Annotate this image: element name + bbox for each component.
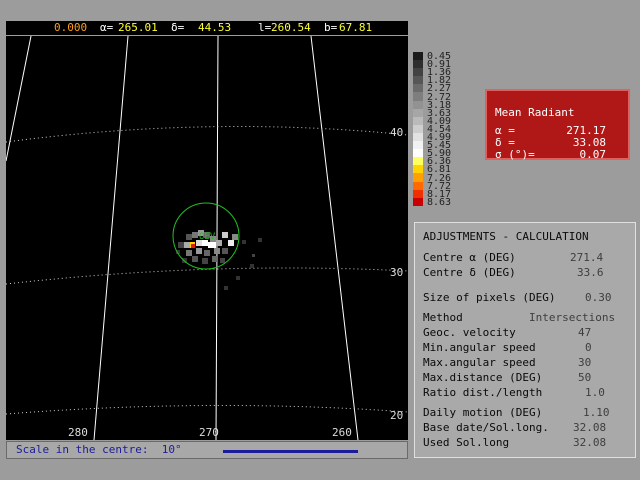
color-scale-swatch <box>413 132 423 142</box>
ra-meridian <box>215 36 219 440</box>
b-label: b= <box>324 21 338 34</box>
color-scale-swatch <box>413 181 423 190</box>
dec-parallel <box>6 404 408 415</box>
delta-label: δ= <box>171 21 185 34</box>
color-scale-swatch <box>413 165 423 174</box>
color-scale-swatch <box>413 52 423 61</box>
mean-radiant-panel: Mean Radiant α = 271.17 δ = 33.08 σ (°)=… <box>485 89 630 161</box>
color-scale-swatch <box>413 108 423 117</box>
centre-delta-value[interactable]: 33.6 <box>577 266 604 279</box>
ra-tick-label: 270 <box>199 426 219 439</box>
alpha-label: α= <box>100 21 114 34</box>
alpha-readout: 265.01 <box>118 21 158 34</box>
scale-line <box>223 450 358 453</box>
color-scale-legend: 0.45 0.91 1.36 1.82 2.27 2.72 3.18 3.63 4.09 4.54… <box>413 52 463 208</box>
color-scale-swatch <box>413 157 423 166</box>
daily-motion-label: Daily motion (DEG) <box>423 406 543 419</box>
delta-readout: 44.53 <box>198 21 232 34</box>
base-date-value[interactable]: 32.08 <box>573 421 606 434</box>
dec-parallel <box>6 267 408 285</box>
dec-tick-label: 40 <box>390 126 403 139</box>
color-scale-swatch <box>413 124 423 133</box>
mean-radiant-sigma-value: 0.07 <box>579 148 607 161</box>
color-scale-value: 8.63 <box>427 196 452 208</box>
color-scale-swatch <box>413 100 423 109</box>
max-distance-value[interactable]: 50 <box>578 371 591 384</box>
l-label: l= <box>258 21 272 34</box>
color-scale-swatch <box>413 60 423 69</box>
color-scale-swatch <box>413 189 423 198</box>
method-label: Method <box>423 311 463 324</box>
color-scale-swatch <box>413 149 423 158</box>
geoc-velocity-value[interactable]: 47 <box>578 326 591 339</box>
adjustments-title: ADJUSTMENTS - CALCULATION <box>423 230 589 243</box>
pixel-size-label: Size of pixels (DEG) <box>423 291 556 304</box>
magnitude-readout: 0.000 <box>54 21 88 34</box>
max-distance-label: Max.distance (DEG) <box>423 371 543 384</box>
coordinate-readout-bar: 0.000 α= 265.01 δ= 44.53 l= 260.54 b= 67… <box>6 21 408 35</box>
base-date-label: Base date/Sol.long. <box>423 421 549 434</box>
color-scale-swatch <box>413 76 423 85</box>
color-scale-swatch <box>413 197 423 206</box>
ra-meridian <box>310 36 359 440</box>
min-angular-speed-value[interactable]: 0 <box>585 341 592 354</box>
used-sol-long-label: Used Sol.long <box>423 436 510 449</box>
l-readout: 260.54 <box>271 21 311 34</box>
ra-meridian <box>6 36 32 162</box>
color-scale-swatch <box>413 92 423 101</box>
ra-tick-label: 260 <box>332 426 352 439</box>
b-readout: 67.81 <box>339 21 373 34</box>
daily-motion-value[interactable]: 1.10 <box>583 406 610 419</box>
sky-map-graphic: OEV 280 270 260 40 30 20 <box>6 36 408 440</box>
method-value[interactable]: Intersections <box>529 311 615 324</box>
mean-radiant-title: Mean Radiant <box>495 106 575 119</box>
color-scale-swatch <box>413 84 423 93</box>
color-scale-swatch <box>413 116 423 125</box>
geoc-velocity-label: Geoc. velocity <box>423 326 516 339</box>
ra-tick-label: 280 <box>68 426 88 439</box>
ratio-dist-length-value[interactable]: 1.0 <box>585 386 605 399</box>
dec-parallel <box>6 125 408 143</box>
centre-alpha-value[interactable]: 271.4 <box>570 251 603 264</box>
color-scale-swatch <box>413 141 423 150</box>
centre-alpha-label: Centre α (DEG) <box>423 251 516 264</box>
scale-bar: Scale in the centre: 10° <box>6 441 408 459</box>
sky-map-plot[interactable]: OEV 280 270 260 40 30 20 <box>6 36 408 440</box>
dec-tick-label: 30 <box>390 266 403 279</box>
max-angular-speed-value[interactable]: 30 <box>578 356 591 369</box>
ra-meridian <box>93 36 129 440</box>
dec-tick-label: 20 <box>390 409 403 422</box>
used-sol-long-value[interactable]: 32.08 <box>573 436 606 449</box>
ratio-dist-length-label: Ratio dist./length <box>423 386 543 399</box>
scale-text: Scale in the centre: 10° <box>16 443 182 456</box>
max-angular-speed-label: Max.angular speed <box>423 356 536 369</box>
centre-delta-label: Centre δ (DEG) <box>423 266 516 279</box>
radiant-density-cluster <box>176 230 262 290</box>
radiant-label: OEV <box>199 232 216 242</box>
min-angular-speed-label: Min.angular speed <box>423 341 536 354</box>
adjustments-panel: ADJUSTMENTS - CALCULATION Centre α (DEG)… <box>414 222 636 458</box>
pixel-size-value[interactable]: 0.30 <box>585 291 612 304</box>
mean-radiant-sigma-label: σ (°)= <box>495 148 535 161</box>
color-scale-bar <box>413 52 423 206</box>
color-scale-swatch <box>413 68 423 77</box>
color-scale-swatch <box>413 173 423 182</box>
